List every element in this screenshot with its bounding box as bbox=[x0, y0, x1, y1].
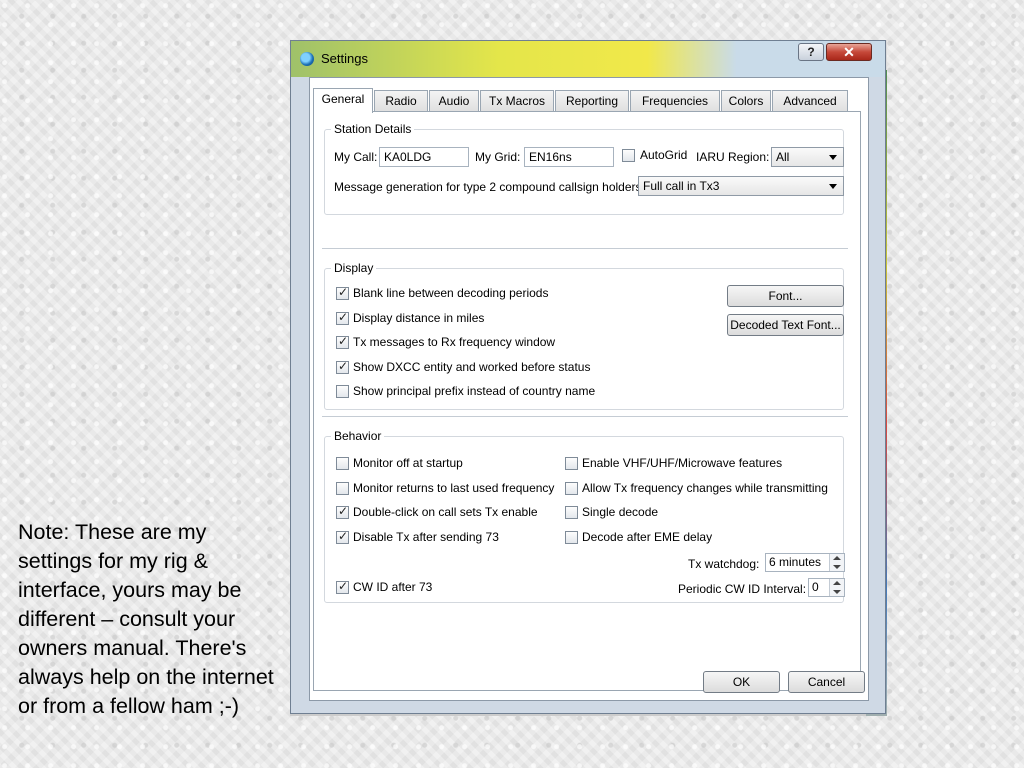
periodic-cw-label: Periodic CW ID Interval: bbox=[678, 582, 807, 596]
behavior-group: Behavior Monitor off at startup Monitor … bbox=[324, 429, 845, 603]
message-generation-label: Message generation for type 2 compound c… bbox=[334, 180, 645, 194]
double-click-checkbox[interactable] bbox=[336, 504, 349, 519]
show-dxcc-checkbox[interactable] bbox=[336, 359, 349, 374]
title-bar[interactable]: Settings ? ✕ bbox=[291, 41, 885, 77]
help-button[interactable]: ? bbox=[798, 43, 824, 61]
blank-line-label: Blank line between decoding periods bbox=[353, 286, 549, 300]
tab-frequencies[interactable]: Frequencies bbox=[630, 90, 720, 112]
tx-messages-checkbox[interactable] bbox=[336, 334, 349, 349]
distance-miles-checkbox[interactable] bbox=[336, 310, 349, 325]
window-title: Settings bbox=[321, 51, 368, 66]
font-button[interactable]: Font... bbox=[727, 285, 844, 307]
settings-window: Settings ? ✕ General Radio Audio Tx Macr… bbox=[290, 40, 886, 714]
my-grid-field[interactable]: EN16ns bbox=[524, 147, 614, 167]
disable-tx-checkbox[interactable] bbox=[336, 529, 349, 544]
tab-advanced[interactable]: Advanced bbox=[772, 90, 848, 112]
principal-prefix-label: Show principal prefix instead of country… bbox=[353, 384, 596, 398]
tab-radio[interactable]: Radio bbox=[374, 90, 428, 112]
general-tab-panel: Station Details My Call: KA0LDG My Grid:… bbox=[313, 111, 861, 691]
autogrid-label: AutoGrid bbox=[640, 148, 688, 162]
vhf-features-label: Enable VHF/UHF/Microwave features bbox=[582, 456, 783, 470]
disable-tx-label: Disable Tx after sending 73 bbox=[353, 530, 499, 544]
show-dxcc-label: Show DXCC entity and worked before statu… bbox=[353, 360, 591, 374]
decoded-text-font-button[interactable]: Decoded Text Font... bbox=[727, 314, 844, 336]
tx-watchdog-spinbox[interactable]: 6 minutes bbox=[765, 553, 845, 572]
tx-messages-label: Tx messages to Rx frequency window bbox=[353, 335, 556, 349]
monitor-off-checkbox[interactable] bbox=[336, 457, 349, 470]
tab-tx-macros[interactable]: Tx Macros bbox=[480, 90, 554, 112]
message-generation-value: Full call in Tx3 bbox=[643, 179, 720, 193]
monitor-returns-checkbox[interactable] bbox=[336, 482, 349, 495]
my-grid-label: My Grid: bbox=[475, 150, 521, 164]
autogrid-checkbox[interactable] bbox=[622, 149, 635, 162]
display-group: Display Blank line between decoding peri… bbox=[324, 261, 844, 410]
chevron-down-icon bbox=[829, 184, 837, 189]
cw-id-checkbox[interactable] bbox=[336, 579, 349, 594]
tab-reporting[interactable]: Reporting bbox=[555, 90, 629, 112]
separator bbox=[322, 248, 848, 249]
my-call-label: My Call: bbox=[334, 150, 378, 164]
message-generation-select[interactable]: Full call in Tx3 bbox=[638, 176, 844, 196]
ok-button[interactable]: OK bbox=[703, 671, 780, 693]
dialog-body: General Radio Audio Tx Macros Reporting … bbox=[309, 77, 869, 701]
principal-prefix-checkbox[interactable] bbox=[336, 385, 349, 398]
distance-miles-label: Display distance in miles bbox=[353, 311, 485, 325]
allow-tx-change-label: Allow Tx frequency changes while transmi… bbox=[582, 481, 828, 495]
iaru-region-select[interactable]: All bbox=[771, 147, 844, 167]
app-icon bbox=[300, 52, 314, 66]
close-button[interactable]: ✕ bbox=[826, 43, 872, 61]
station-details-title: Station Details bbox=[331, 122, 415, 136]
monitor-returns-label: Monitor returns to last used frequency bbox=[353, 481, 555, 495]
periodic-cw-value: 0 bbox=[812, 580, 819, 594]
blank-line-checkbox[interactable] bbox=[336, 285, 349, 300]
tx-watchdog-value: 6 minutes bbox=[769, 555, 822, 569]
display-title: Display bbox=[331, 261, 377, 275]
tab-general[interactable]: General bbox=[313, 88, 373, 113]
my-call-field[interactable]: KA0LDG bbox=[379, 147, 469, 167]
cw-id-label: CW ID after 73 bbox=[353, 580, 433, 594]
tx-watchdog-label: Tx watchdog: bbox=[688, 557, 760, 571]
iaru-region-value: All bbox=[776, 150, 790, 164]
vhf-features-checkbox[interactable] bbox=[565, 457, 578, 470]
monitor-off-label: Monitor off at startup bbox=[353, 456, 463, 470]
behavior-title: Behavior bbox=[331, 429, 385, 443]
decode-eme-label: Decode after EME delay bbox=[582, 530, 713, 544]
tab-audio[interactable]: Audio bbox=[429, 90, 479, 112]
tab-colors[interactable]: Colors bbox=[721, 90, 771, 112]
spin-arrows-icon[interactable] bbox=[829, 554, 844, 571]
spin-arrows-icon[interactable] bbox=[829, 579, 844, 596]
allow-tx-change-checkbox[interactable] bbox=[565, 482, 578, 495]
chevron-down-icon bbox=[829, 155, 837, 160]
station-details-group: Station Details My Call: KA0LDG My Grid:… bbox=[324, 122, 844, 215]
decode-eme-checkbox[interactable] bbox=[565, 531, 578, 544]
double-click-label: Double-click on call sets Tx enable bbox=[353, 505, 538, 519]
note-text: Note: These are my settings for my rig &… bbox=[18, 520, 274, 718]
cancel-button[interactable]: Cancel bbox=[788, 671, 865, 693]
single-decode-checkbox[interactable] bbox=[565, 506, 578, 519]
iaru-region-label: IARU Region: bbox=[696, 150, 770, 164]
single-decode-label: Single decode bbox=[582, 505, 659, 519]
periodic-cw-spinbox[interactable]: 0 bbox=[808, 578, 845, 597]
separator bbox=[322, 416, 848, 417]
